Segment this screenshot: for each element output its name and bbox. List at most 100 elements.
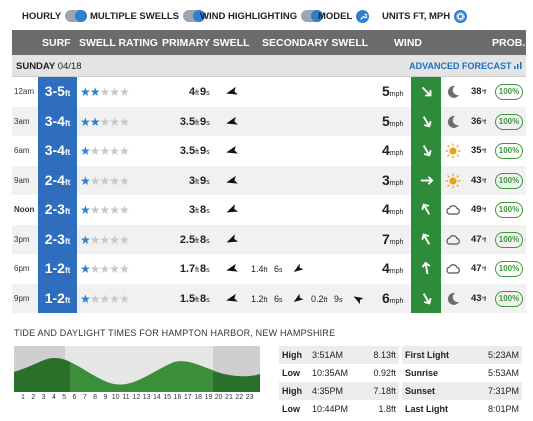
- hourly-switch[interactable]: [65, 10, 88, 22]
- primary-swell-period: 9s: [200, 145, 210, 157]
- secondary-swell-direction-icon: [352, 293, 364, 305]
- hour-tick: 7: [82, 394, 87, 401]
- primary-swell-height: 1.5ft: [179, 292, 199, 305]
- temperature: 35°f: [471, 145, 486, 156]
- primary-swell-period: 9s: [200, 86, 210, 98]
- daylight-row: First Light 5:23AM: [402, 346, 522, 364]
- tide-row: High 3:51AM 8.13ft: [279, 346, 399, 364]
- surf-height[interactable]: 1-2ft: [38, 283, 77, 313]
- hour-tick: 5: [62, 394, 67, 401]
- hour-tick: 17: [183, 394, 192, 401]
- surf-height[interactable]: 3-5ft: [38, 77, 77, 107]
- toolbar: HOURLY MULTIPLE SWELLS WIND HIGHLIGHTING…: [0, 0, 533, 28]
- secondary-swell-direction-icon: [292, 293, 304, 305]
- primary-swell-height: 3ft: [188, 174, 199, 187]
- probability-badge: 100%: [495, 231, 523, 248]
- temperature: 43°f: [471, 292, 486, 304]
- primary-swell-height: 4ft: [188, 86, 199, 98]
- hour-tick: 22: [235, 394, 244, 401]
- swell-rating-stars: ★★★★★: [80, 85, 130, 99]
- hour-tick: 19: [204, 394, 213, 401]
- model-button[interactable]: MODEL: [318, 10, 370, 23]
- sun-icon: [445, 143, 461, 159]
- daylight-row: Last Light 8:01PM: [402, 400, 522, 418]
- hour-tick: 15: [163, 394, 172, 401]
- primary-swell-direction-icon: [225, 144, 239, 158]
- wind-direction-box: [411, 283, 441, 313]
- wind-direction-box: [411, 106, 441, 136]
- primary-swell-period: 9s: [200, 174, 210, 187]
- temperature: 47°f: [471, 263, 486, 274]
- forecast-table: SURF SWELL RATING PRIMARY SWELL SECONDAR…: [12, 30, 526, 313]
- daylight-label: Last Light: [405, 404, 448, 414]
- tide-type: High: [282, 350, 302, 360]
- row-time: 6am: [14, 146, 30, 155]
- primary-swell-period: 8s: [200, 233, 210, 246]
- primary-swell-height: 3.5ft: [179, 145, 199, 157]
- primary-swell-direction-icon: [225, 115, 239, 129]
- daylight-label: Sunrise: [405, 368, 439, 378]
- tide-type: High: [282, 386, 302, 396]
- secondary-swell-direction-icon: [292, 263, 304, 275]
- moon-icon: [445, 114, 461, 130]
- tide-height: 8.13ft: [373, 350, 396, 360]
- hour-tick: 13: [142, 394, 151, 401]
- wind-highlighting-label: WIND HIGHLIGHTING: [200, 10, 298, 22]
- surf-height[interactable]: 2-4ft: [38, 165, 77, 195]
- primary-swell-height: 3ft: [188, 204, 199, 216]
- probability-badge: 100%: [495, 113, 523, 130]
- hour-tick: 11: [122, 394, 130, 401]
- hour-tick: 3: [41, 394, 46, 401]
- wrench-icon: [356, 10, 370, 23]
- wind-speed: 5 mph: [382, 83, 404, 99]
- surf-height[interactable]: 2-3ft: [38, 195, 77, 225]
- tide-title: TIDE AND DAYLIGHT TIMES FOR HAMPTON HARB…: [14, 328, 336, 338]
- primary-swell-height: 2.5ft: [179, 233, 199, 246]
- wind-highlighting-toggle[interactable]: WIND HIGHLIGHTING: [200, 10, 324, 22]
- surf-height[interactable]: 1-2ft: [38, 254, 77, 284]
- surf-height[interactable]: 3-4ft: [38, 136, 77, 166]
- primary-swell-period: 8s: [200, 292, 210, 305]
- daylight-row: Sunrise 5:53AM: [402, 364, 522, 382]
- surf-height[interactable]: 2-3ft: [38, 224, 77, 254]
- header-swell-rating: SWELL RATING: [79, 37, 158, 49]
- hour-tick: 14: [152, 394, 161, 401]
- tide-row: High 4:35PM 7.18ft: [279, 382, 399, 400]
- daylight-time: 5:23AM: [487, 350, 519, 360]
- multiple-swells-label: MULTIPLE SWELLS: [90, 10, 180, 22]
- surf-height[interactable]: 3-4ft: [38, 106, 77, 136]
- temperature: 43°f: [471, 174, 486, 186]
- swell-rating-stars: ★★★★★: [80, 291, 130, 306]
- tide-type: Low: [282, 368, 300, 378]
- gear-icon: [454, 10, 468, 23]
- hour-tick: 1: [21, 394, 25, 401]
- header-surf: SURF: [42, 37, 71, 49]
- probability-badge: 100%: [495, 143, 523, 159]
- wind-speed: 3 mph: [382, 171, 404, 188]
- bar-chart-icon: [514, 62, 522, 69]
- hour-tick: 18: [194, 394, 202, 401]
- wind-speed: 5 mph: [382, 112, 404, 129]
- primary-swell-period: 9s: [200, 115, 210, 128]
- secondary-swell-height: 1.4ft: [251, 264, 268, 274]
- advanced-forecast-link[interactable]: ADVANCED FORECAST: [409, 61, 522, 71]
- forecast-row: 6pm 1-2ft ★★★★★ 1.7ft 8s 1.4ft 6s 4 mph 47°f 100%: [12, 254, 526, 284]
- daylight-time: 8:01PM: [487, 404, 519, 414]
- secondary-swell-height: 0.2ft: [311, 293, 328, 304]
- secondary-swell-period: 6s: [274, 293, 283, 304]
- day-row: SUNDAY 04/18 ADVANCED FORECAST: [12, 55, 526, 77]
- hour-tick: 4: [51, 394, 56, 401]
- day-label: SUNDAY 04/18: [16, 61, 82, 72]
- daylight-time: 5:53AM: [487, 368, 519, 378]
- swell-rating-stars: ★★★★★: [80, 144, 130, 158]
- swell-rating-stars: ★★★★★: [80, 262, 130, 276]
- units-button[interactable]: UNITS FT, MPH: [382, 10, 468, 23]
- tide-time: 10:44PM: [312, 404, 349, 414]
- forecast-row: 3am 3-4ft ★★★★★ 3.5ft 9s 5 mph 36°f 100%: [12, 106, 526, 136]
- daylight-label: First Light: [405, 350, 449, 360]
- multiple-swells-toggle[interactable]: MULTIPLE SWELLS: [90, 10, 206, 22]
- probability-badge: 100%: [495, 172, 523, 189]
- wind-direction-box: [411, 195, 441, 225]
- hourly-toggle[interactable]: HOURLY: [22, 10, 88, 22]
- row-time: 3am: [14, 116, 30, 126]
